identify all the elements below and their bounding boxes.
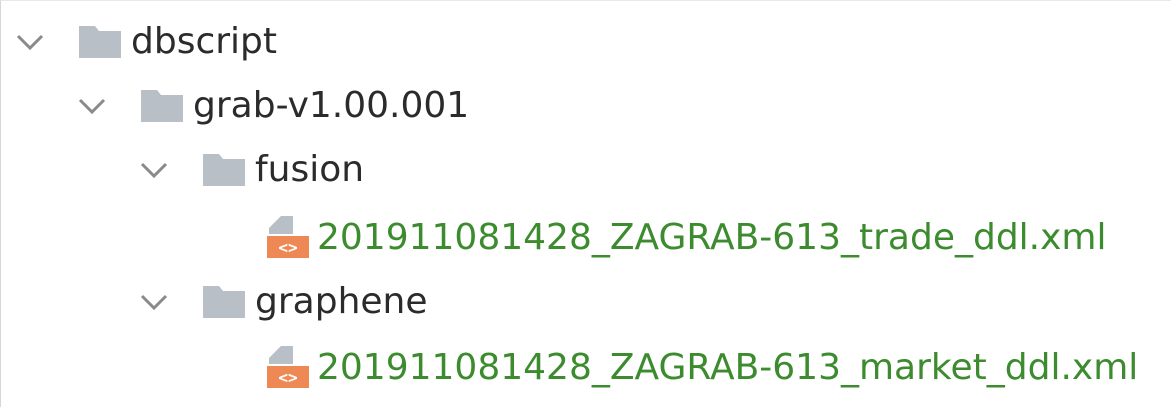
tree-node-label: grab-v1.00.001 bbox=[193, 85, 470, 126]
svg-text:<>: <> bbox=[278, 368, 297, 387]
chevron-down-icon[interactable] bbox=[13, 25, 47, 59]
tree-node-file-trade-ddl[interactable]: <> 201911081428_ZAGRAB-613_trade_ddl.xml bbox=[263, 207, 1107, 269]
chevron-down-icon[interactable] bbox=[75, 89, 109, 123]
folder-icon bbox=[77, 22, 123, 62]
folder-icon bbox=[201, 282, 247, 322]
chevron-down-icon[interactable] bbox=[137, 285, 171, 319]
tree-node-label: 201911081428_ZAGRAB-613_market_ddl.xml bbox=[317, 347, 1139, 388]
tree-node-file-market-ddl[interactable]: <> 201911081428_ZAGRAB-613_market_ddl.xm… bbox=[263, 337, 1138, 399]
tree-node-label: fusion bbox=[255, 149, 365, 190]
tree-node-grab-v1-00-001[interactable]: grab-v1.00.001 bbox=[75, 75, 469, 137]
tree-node-graphene[interactable]: graphene bbox=[137, 271, 428, 333]
xml-file-icon: <> bbox=[263, 214, 311, 262]
tree-node-dbscript[interactable]: dbscript bbox=[13, 11, 277, 73]
folder-icon bbox=[201, 150, 247, 190]
tree-node-label: 201911081428_ZAGRAB-613_trade_ddl.xml bbox=[317, 217, 1107, 258]
tree-node-label: dbscript bbox=[131, 21, 278, 62]
tree-node-fusion[interactable]: fusion bbox=[137, 139, 364, 201]
tree-node-label: graphene bbox=[255, 281, 428, 322]
folder-icon bbox=[139, 86, 185, 126]
project-tree: dbscript grab-v1.00.001 fusion <> 201911… bbox=[0, 0, 1171, 407]
chevron-down-icon[interactable] bbox=[137, 153, 171, 187]
xml-file-icon: <> bbox=[263, 344, 311, 392]
svg-text:<>: <> bbox=[278, 238, 297, 257]
